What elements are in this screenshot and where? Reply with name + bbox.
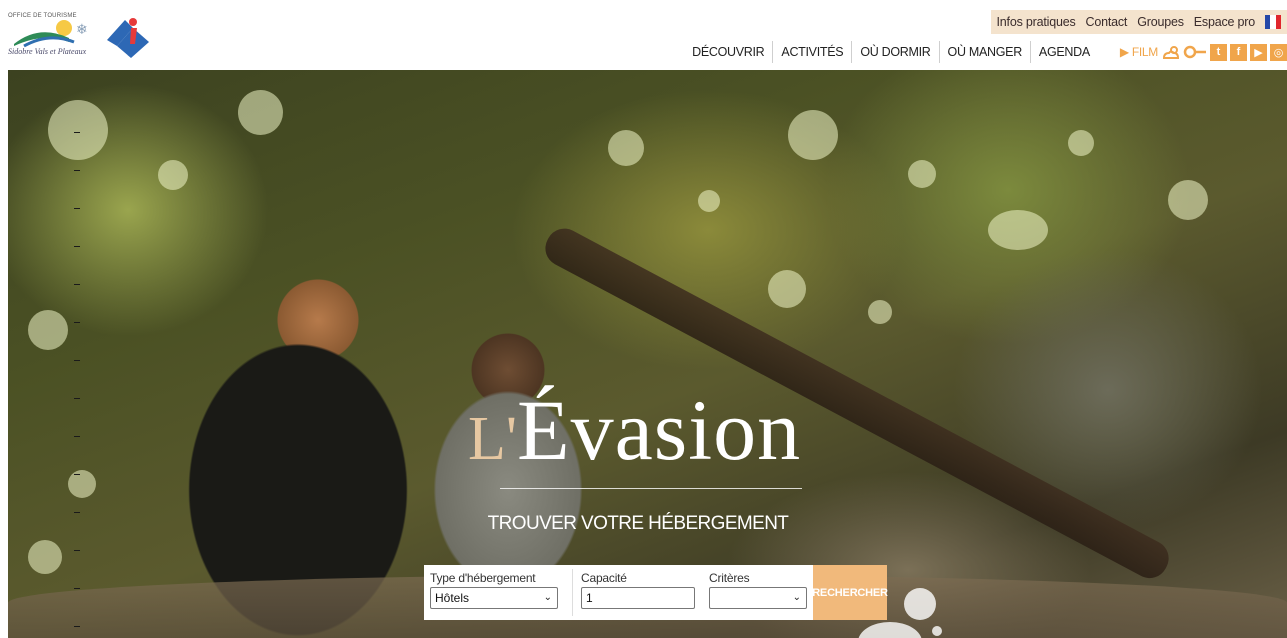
capacity-value: 1 bbox=[586, 591, 593, 605]
instagram-icon[interactable]: ◎ bbox=[1270, 43, 1287, 61]
nav-activites[interactable]: ACTIVITÉS bbox=[772, 41, 851, 63]
chevron-down-icon: ⌄ bbox=[543, 592, 552, 603]
film-link[interactable]: ▶ FILM bbox=[1120, 45, 1158, 59]
capacity-label: Capacité bbox=[581, 571, 627, 585]
nav-ou-manger[interactable]: OÙ MANGER bbox=[938, 41, 1030, 63]
decorative-circle bbox=[904, 588, 936, 620]
type-select[interactable]: Hôtels ⌄ bbox=[430, 587, 558, 609]
main-navigation: DÉCOUVRIR ACTIVITÉS OÙ DORMIR OÙ MANGER … bbox=[684, 40, 1287, 64]
hero-title-prefix: L' bbox=[468, 405, 518, 473]
search-button[interactable]: RECHERCHER bbox=[812, 565, 888, 620]
hero-title-main: Évasion bbox=[517, 382, 802, 478]
youtube-icon[interactable]: ▶ bbox=[1250, 43, 1267, 61]
title-divider bbox=[500, 488, 802, 489]
facebook-icon[interactable]: f bbox=[1230, 43, 1247, 61]
nav-decouvrir[interactable]: DÉCOUVRIR bbox=[684, 41, 772, 63]
social-icons: t f ▶ ◎ bbox=[1162, 43, 1287, 61]
field-separator bbox=[572, 569, 573, 616]
type-value: Hôtels bbox=[435, 591, 470, 605]
logo-script-text: Sidobre Vals et Plateaux bbox=[8, 47, 87, 56]
site-header: OFFICE DE TOURISME ❄ Sidobre Vals et Pla… bbox=[0, 0, 1287, 70]
hero-title: L' Évasion bbox=[468, 380, 801, 480]
field-criteria: Critères ⌄ bbox=[709, 569, 807, 616]
criteria-select[interactable]: ⌄ bbox=[709, 587, 807, 609]
criteria-label: Critères bbox=[709, 571, 750, 585]
scroll-indicator bbox=[74, 132, 82, 638]
capacity-input[interactable]: 1 bbox=[581, 587, 695, 609]
search-panel: Type d'hébergement Hôtels ⌄ Capacité 1 C… bbox=[424, 565, 813, 620]
accommodation-search-form: Type d'hébergement Hôtels ⌄ Capacité 1 C… bbox=[424, 565, 888, 620]
nav-agenda[interactable]: AGENDA bbox=[1029, 41, 1098, 63]
link-espace-pro[interactable]: Espace pro bbox=[1194, 15, 1255, 29]
field-type: Type d'hébergement Hôtels ⌄ bbox=[430, 569, 558, 616]
twitter-icon[interactable]: t bbox=[1210, 43, 1227, 61]
chevron-down-icon: ⌄ bbox=[792, 592, 801, 603]
decorative-circle bbox=[932, 626, 942, 636]
link-infos-pratiques[interactable]: Infos pratiques bbox=[997, 15, 1076, 29]
weather-icon[interactable] bbox=[1162, 44, 1180, 60]
field-capacity: Capacité 1 bbox=[581, 569, 695, 616]
region-logo-icon[interactable] bbox=[103, 12, 153, 62]
landscape-logo-icon: ❄ bbox=[14, 20, 88, 48]
search-icon[interactable] bbox=[1183, 44, 1207, 60]
french-flag-icon[interactable] bbox=[1265, 15, 1281, 29]
type-label: Type d'hébergement bbox=[430, 571, 536, 585]
utility-bar: Infos pratiques Contact Groupes Espace p… bbox=[990, 10, 1287, 34]
hero-subtitle: TROUVER VOTRE HÉBERGEMENT bbox=[487, 513, 789, 534]
film-label: FILM bbox=[1131, 45, 1158, 59]
play-icon: ▶ bbox=[1119, 45, 1129, 59]
svg-text:❄: ❄ bbox=[76, 22, 88, 38]
link-groupes[interactable]: Groupes bbox=[1137, 15, 1184, 29]
link-contact[interactable]: Contact bbox=[1086, 15, 1128, 29]
nav-ou-dormir[interactable]: OÙ DORMIR bbox=[851, 41, 938, 63]
tourism-office-logo[interactable]: OFFICE DE TOURISME ❄ Sidobre Vals et Pla… bbox=[6, 10, 98, 60]
hero-banner: L' Évasion TROUVER VOTRE HÉBERGEMENT Typ… bbox=[8, 70, 1287, 638]
